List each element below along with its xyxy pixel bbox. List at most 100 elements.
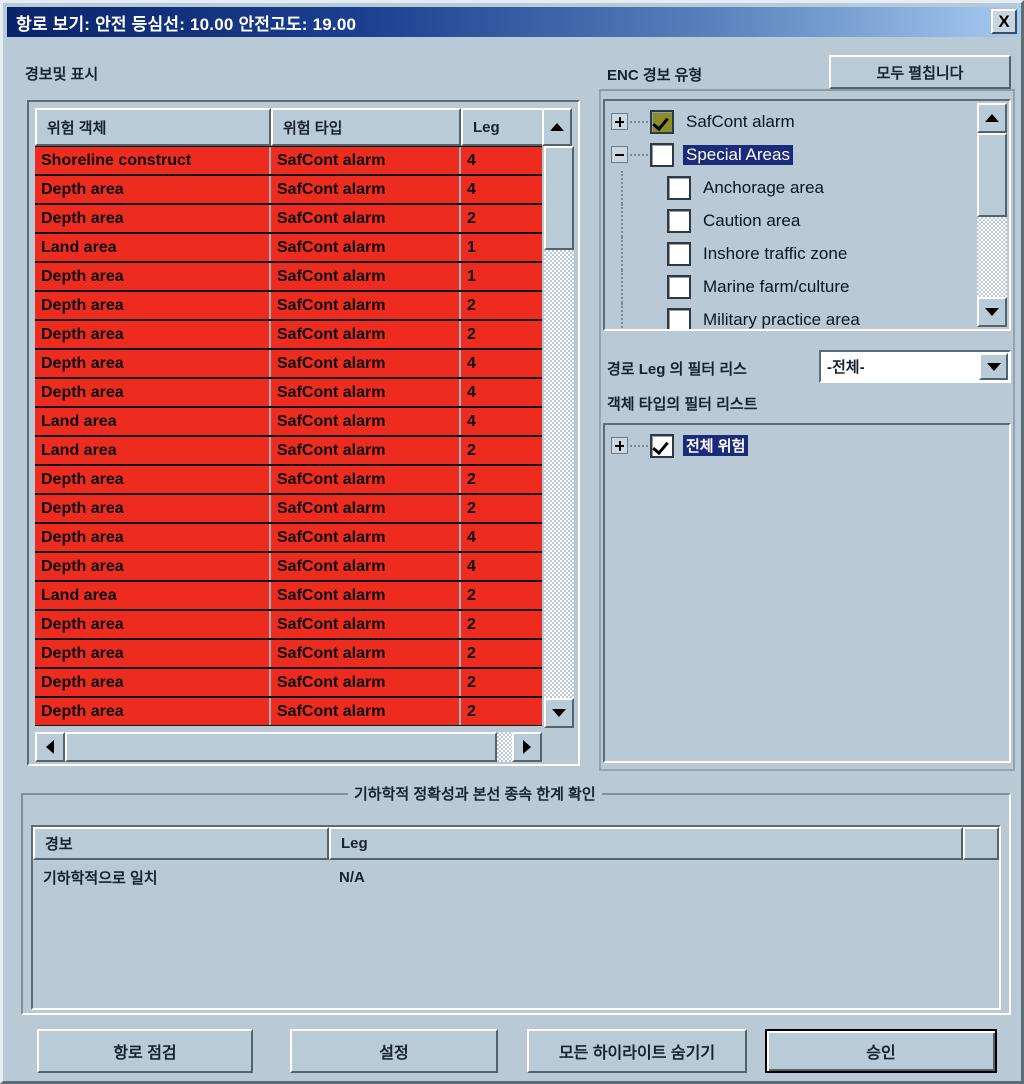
geometry-check-group-title: 기하학적 정확성과 본선 종속 한계 확인 [348,783,602,804]
tree-guide-line [630,444,648,447]
tree-item[interactable]: Anchorage area [611,171,971,204]
collapse-minus-icon[interactable] [611,146,628,163]
table-cell: 4 [467,151,476,169]
checkbox-icon[interactable] [650,142,674,167]
checkbox-icon[interactable] [667,274,691,299]
table-cell: SafCont alarm [271,321,461,348]
checkbox-icon[interactable] [667,307,691,329]
hazard-list-scroll-up-button[interactable] [542,108,572,146]
table-cell: Land area [35,234,271,261]
table-row[interactable]: Depth area SafCont alarm 2 [35,669,542,698]
tree-item[interactable]: Inshore traffic zone [611,237,971,270]
table-row[interactable]: Depth area SafCont alarm 2 [35,698,542,726]
table-cell: 1 [467,267,476,285]
hazard-list-vertical-scrollbar-track[interactable] [544,146,574,726]
tree-item[interactable]: Caution area [611,204,971,237]
column-header-hazard-type[interactable]: 위험 타입 [271,108,461,146]
leg-filter-combobox[interactable]: -전체- [819,350,1011,383]
checkbox-icon[interactable] [667,208,691,233]
tree-item[interactable]: SafCont alarm [611,105,971,138]
tree-item[interactable]: Special Areas [611,138,971,171]
chevron-down-icon[interactable] [979,353,1008,380]
close-icon[interactable]: X [991,9,1017,34]
enc-alarm-tree[interactable]: SafCont alarm Special Areas Anchorage area… [603,99,1011,331]
table-cell: SafCont alarm [271,553,461,580]
ok-button[interactable]: 승인 [765,1029,997,1073]
enc-tree-scroll-down-button[interactable] [977,297,1007,327]
column-header-hazard-object[interactable]: 위험 객체 [35,108,271,146]
table-row[interactable]: Land area SafCont alarm 2 [35,582,542,611]
column-header-alarm[interactable]: 경보 [33,827,329,860]
settings-button-label: 설정 [379,1045,409,1062]
hazard-list-horizontal-scrollbar-thumb[interactable] [65,732,497,762]
expand-plus-icon[interactable] [611,113,628,130]
table-cell: Depth area [35,205,271,232]
tree-indent [611,204,667,237]
triangle-left-icon [46,740,54,754]
table-row[interactable]: Depth area SafCont alarm 4 [35,176,542,205]
table-row[interactable]: Land area SafCont alarm 4 [35,408,542,437]
table-row[interactable]: Depth area SafCont alarm 4 [35,553,542,582]
tree-item-label: Marine farm/culture [703,276,850,296]
settings-button[interactable]: 설정 [290,1029,498,1073]
check-route-button[interactable]: 항로 점검 [37,1029,253,1073]
tree-item-label: SafCont alarm [686,111,795,131]
table-cell: SafCont alarm [271,495,461,522]
hazard-list-horizontal-scrollbar-gap[interactable] [497,732,512,762]
column-header-leg[interactable]: Leg [461,108,544,146]
table-cell: 2 [467,615,476,633]
enc-tree-scrollbar-track[interactable] [977,133,1007,297]
tree-guide-line [621,204,639,237]
tree-item[interactable]: Marine farm/culture [611,270,971,303]
table-row[interactable]: Depth area SafCont alarm 2 [35,466,542,495]
table-row[interactable]: Land area SafCont alarm 1 [35,234,542,263]
column-header-extra[interactable] [963,827,999,860]
hide-all-highlights-button[interactable]: 모든 하이라이트 숨기기 [527,1029,747,1073]
expand-plus-icon[interactable] [611,437,628,454]
hazard-list-scroll-right-button[interactable] [512,732,542,762]
expand-all-button[interactable]: 모두 펼칩니다 [829,55,1011,89]
table-cell: 2 [467,441,476,459]
table-cell: SafCont alarm [271,698,461,725]
table-row[interactable]: Depth area SafCont alarm 1 [35,263,542,292]
hazard-list-scroll-left-button[interactable] [35,732,65,762]
table-row[interactable]: Depth area SafCont alarm 2 [35,292,542,321]
table-cell: 2 [467,673,476,691]
table-row[interactable]: Depth area SafCont alarm 2 [35,640,542,669]
table-cell: Depth area [35,669,271,696]
tree-item[interactable]: 전체 위험 [611,429,971,462]
table-row[interactable]: Shoreline construct SafCont alarm 4 [35,147,542,176]
table-cell: 2 [467,470,476,488]
table-row[interactable]: Depth area SafCont alarm 4 [35,379,542,408]
checkbox-icon[interactable] [650,433,674,458]
checkbox-icon[interactable] [667,175,691,200]
table-row[interactable]: Depth area SafCont alarm 4 [35,524,542,553]
table-row[interactable]: Depth area SafCont alarm 2 [35,321,542,350]
table-row[interactable]: Land area SafCont alarm 2 [35,437,542,466]
table-cell: 4 [467,354,476,372]
checkbox-icon[interactable] [650,109,674,134]
checkbox-icon[interactable] [667,241,691,266]
enc-tree-vertical-scrollbar[interactable] [977,103,1007,327]
table-cell: SafCont alarm [271,640,461,667]
table-row[interactable]: 기하학적으로 일치 N/A [33,860,999,894]
table-row[interactable]: Depth area SafCont alarm 2 [35,495,542,524]
column-header-leg[interactable]: Leg [329,827,963,860]
table-row[interactable]: Depth area SafCont alarm 4 [35,350,542,379]
tree-item-label: Inshore traffic zone [703,243,848,263]
enc-tree-scroll-up-button[interactable] [977,103,1007,133]
hazard-list-horizontal-scrollbar[interactable] [35,732,542,762]
table-cell: Depth area [35,263,271,290]
hazard-list-scroll-down-button[interactable] [544,698,574,728]
hazard-list-vertical-scrollbar-thumb[interactable] [544,146,574,250]
table-row[interactable]: Depth area SafCont alarm 2 [35,205,542,234]
object-type-filter-tree[interactable]: 전체 위험 [603,423,1011,763]
enc-tree-scrollbar-thumb[interactable] [977,133,1007,217]
tree-item[interactable]: Military practice area [611,303,971,329]
table-cell: SafCont alarm [271,611,461,638]
table-cell: SafCont alarm [271,379,461,406]
table-cell: 4 [467,383,476,401]
table-row[interactable]: Depth area SafCont alarm 2 [35,611,542,640]
enc-alarm-type-label: ENC 경보 유형 [607,67,703,84]
table-cell: Depth area [35,176,271,203]
